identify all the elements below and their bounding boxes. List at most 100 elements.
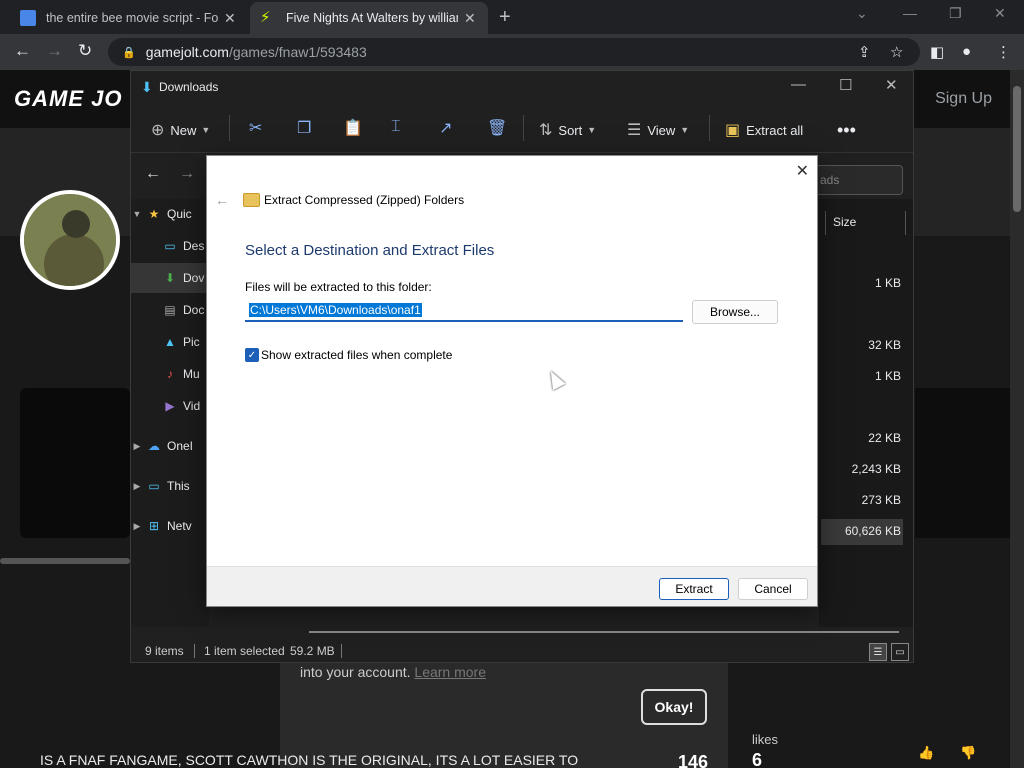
delete-icon[interactable]: 🗑 bbox=[487, 118, 507, 138]
divider bbox=[523, 115, 524, 141]
tiles-view-icon[interactable]: ▭ bbox=[891, 643, 909, 661]
back-icon[interactable]: ← bbox=[14, 41, 31, 61]
status-bar: 9 items 1 item selected 59.2 MB bbox=[131, 639, 913, 663]
new-tab-icon[interactable]: + bbox=[499, 6, 511, 29]
nav-videos[interactable]: ▶ Vid bbox=[131, 391, 209, 421]
nav-downloads[interactable]: ⬇ Dov bbox=[131, 263, 209, 293]
video-icon: ▶ bbox=[165, 399, 175, 413]
nav-desktop[interactable]: ▭ Des bbox=[131, 231, 209, 261]
minimize-icon[interactable]: — bbox=[903, 5, 917, 21]
horizontal-scrollbar[interactable] bbox=[309, 631, 899, 633]
wizard-title: Extract Compressed (Zipped) Folders bbox=[264, 193, 465, 207]
chevron-right-icon[interactable]: ▶ bbox=[131, 481, 143, 492]
author-avatar[interactable] bbox=[20, 190, 120, 290]
tab-bee-movie[interactable]: the entire bee movie script - Forc ✕ bbox=[10, 2, 248, 34]
nav-onedrive[interactable]: ▶ ☁ OneI bbox=[131, 431, 209, 461]
selection-size: 59.2 MB bbox=[290, 644, 335, 658]
close-window-icon[interactable]: ✕ bbox=[994, 5, 1006, 22]
extract-icon: ▣ bbox=[725, 122, 741, 139]
close-icon[interactable]: ✕ bbox=[885, 76, 898, 94]
view-icon: ☰ bbox=[627, 122, 642, 139]
close-icon[interactable]: ✕ bbox=[796, 161, 809, 181]
likes-count: 6 bbox=[752, 750, 763, 768]
profile-icon[interactable]: ● bbox=[962, 43, 971, 60]
divider bbox=[341, 644, 342, 658]
thumbs-down-icon[interactable]: 👎 bbox=[960, 745, 976, 761]
command-bar: ⊕ New ▼ ✂ ❐ 📋 ⌶ ↗ 🗑 ⇅ Sort ▼ ☰ View ▼ ▣ … bbox=[131, 103, 913, 153]
network-icon: ⊞ bbox=[148, 519, 160, 533]
side-panel-icon[interactable]: ◧ bbox=[930, 43, 944, 61]
chevron-down-icon[interactable]: ▼ bbox=[131, 209, 143, 219]
column-divider[interactable] bbox=[825, 211, 826, 235]
nav-network[interactable]: ▶ ⊞ Netv bbox=[131, 511, 209, 541]
okay-button[interactable]: Okay! bbox=[641, 689, 707, 725]
divider bbox=[709, 115, 710, 141]
close-icon[interactable]: ✕ bbox=[464, 10, 476, 27]
nav-label: Vid bbox=[183, 399, 201, 413]
close-icon[interactable]: ✕ bbox=[224, 10, 236, 27]
url-path: /games/fnaw1/593483 bbox=[228, 44, 367, 60]
bookmark-star-icon[interactable]: ☆ bbox=[890, 43, 903, 61]
browse-button[interactable]: Browse... bbox=[692, 300, 778, 324]
nav-pictures[interactable]: ▲ Pic bbox=[131, 327, 209, 357]
menu-dots-icon[interactable]: ⋮ bbox=[996, 43, 1011, 61]
cut-icon[interactable]: ✂ bbox=[249, 118, 262, 138]
share-icon[interactable]: ↗ bbox=[439, 118, 452, 138]
new-button[interactable]: ⊕ New ▼ bbox=[151, 120, 210, 140]
nav-label: Pic bbox=[183, 335, 200, 349]
column-divider[interactable] bbox=[905, 211, 906, 235]
chevron-right-icon[interactable]: ▶ bbox=[131, 441, 143, 452]
new-label: New bbox=[170, 122, 197, 138]
checkmark-icon: ✓ bbox=[247, 349, 257, 361]
forward-icon[interactable]: → bbox=[179, 165, 195, 183]
destination-path-input[interactable]: C:\Users\VM6\Downloads\onaf1 bbox=[245, 300, 683, 322]
view-button[interactable]: ☰ View ▼ bbox=[627, 120, 689, 140]
docs-icon bbox=[20, 10, 36, 26]
details-view-icon[interactable]: ☰ bbox=[869, 643, 887, 661]
browser-toolbar: ← → ↻ 🔒 gamejolt.com /games/fnaw1/593483… bbox=[0, 34, 1024, 70]
extract-button[interactable]: Extract bbox=[659, 578, 729, 600]
extract-all-label: Extract all bbox=[746, 122, 804, 138]
page-scroll-thumb[interactable] bbox=[1013, 86, 1021, 212]
minimize-icon[interactable]: — bbox=[791, 76, 806, 93]
address-bar[interactable]: 🔒 gamejolt.com /games/fnaw1/593483 bbox=[108, 38, 920, 66]
sort-label: Sort bbox=[558, 122, 583, 138]
reload-icon[interactable]: ↻ bbox=[78, 41, 92, 61]
rename-icon[interactable]: ⌶ bbox=[391, 118, 401, 136]
nav-music[interactable]: ♪ Mu bbox=[131, 359, 209, 389]
extract-all-button[interactable]: ▣ Extract all bbox=[725, 120, 803, 140]
carousel-scrollbar[interactable] bbox=[0, 558, 130, 564]
maximize-icon[interactable]: ☐ bbox=[839, 76, 852, 94]
chevron-right-icon[interactable]: ▶ bbox=[131, 521, 143, 532]
learn-more-link[interactable]: Learn more bbox=[414, 664, 486, 680]
plus-circle-icon: ⊕ bbox=[151, 122, 165, 139]
back-arrow-icon[interactable]: ← bbox=[215, 192, 229, 208]
paste-icon[interactable]: 📋 bbox=[343, 118, 363, 138]
file-list bbox=[819, 199, 913, 627]
thumbs-up-icon[interactable]: 👍 bbox=[918, 745, 934, 761]
sort-button[interactable]: ⇅ Sort ▼ bbox=[539, 120, 596, 140]
nav-this-pc[interactable]: ▶ ▭ This bbox=[131, 471, 209, 501]
show-files-label[interactable]: Show extracted files when complete bbox=[261, 348, 452, 362]
show-files-checkbox[interactable]: ✓ bbox=[245, 348, 259, 362]
copy-icon[interactable]: ❐ bbox=[297, 118, 311, 138]
forward-icon[interactable]: → bbox=[46, 41, 63, 61]
cancel-button[interactable]: Cancel bbox=[738, 578, 808, 600]
sign-up-link[interactable]: Sign Up bbox=[935, 90, 992, 108]
more-options-icon[interactable]: ••• bbox=[837, 120, 856, 141]
nav-quick-access[interactable]: ▼ ★ Quic bbox=[131, 199, 209, 229]
nav-documents[interactable]: ▤ Doc bbox=[131, 295, 209, 325]
gamejolt-logo[interactable]: GAME JO bbox=[14, 86, 122, 112]
zip-folder-icon bbox=[243, 193, 260, 207]
share-icon[interactable]: ⇪ bbox=[858, 43, 871, 61]
restore-icon[interactable]: ❐ bbox=[949, 5, 962, 22]
gamejolt-icon: ⚡ bbox=[260, 9, 271, 26]
column-header-size[interactable]: Size bbox=[833, 215, 856, 229]
selection-count: 1 item selected bbox=[204, 644, 285, 658]
back-icon[interactable]: ← bbox=[145, 165, 161, 183]
nav-label: Quic bbox=[167, 207, 192, 221]
chevron-down-icon[interactable]: ⌄ bbox=[856, 5, 868, 22]
explorer-titlebar[interactable]: ⬇ Downloads — ☐ ✕ bbox=[131, 71, 913, 103]
notice-body: into your account. bbox=[300, 664, 411, 680]
tab-five-nights[interactable]: ⚡ Five Nights At Walters by william ✕ bbox=[250, 2, 488, 34]
